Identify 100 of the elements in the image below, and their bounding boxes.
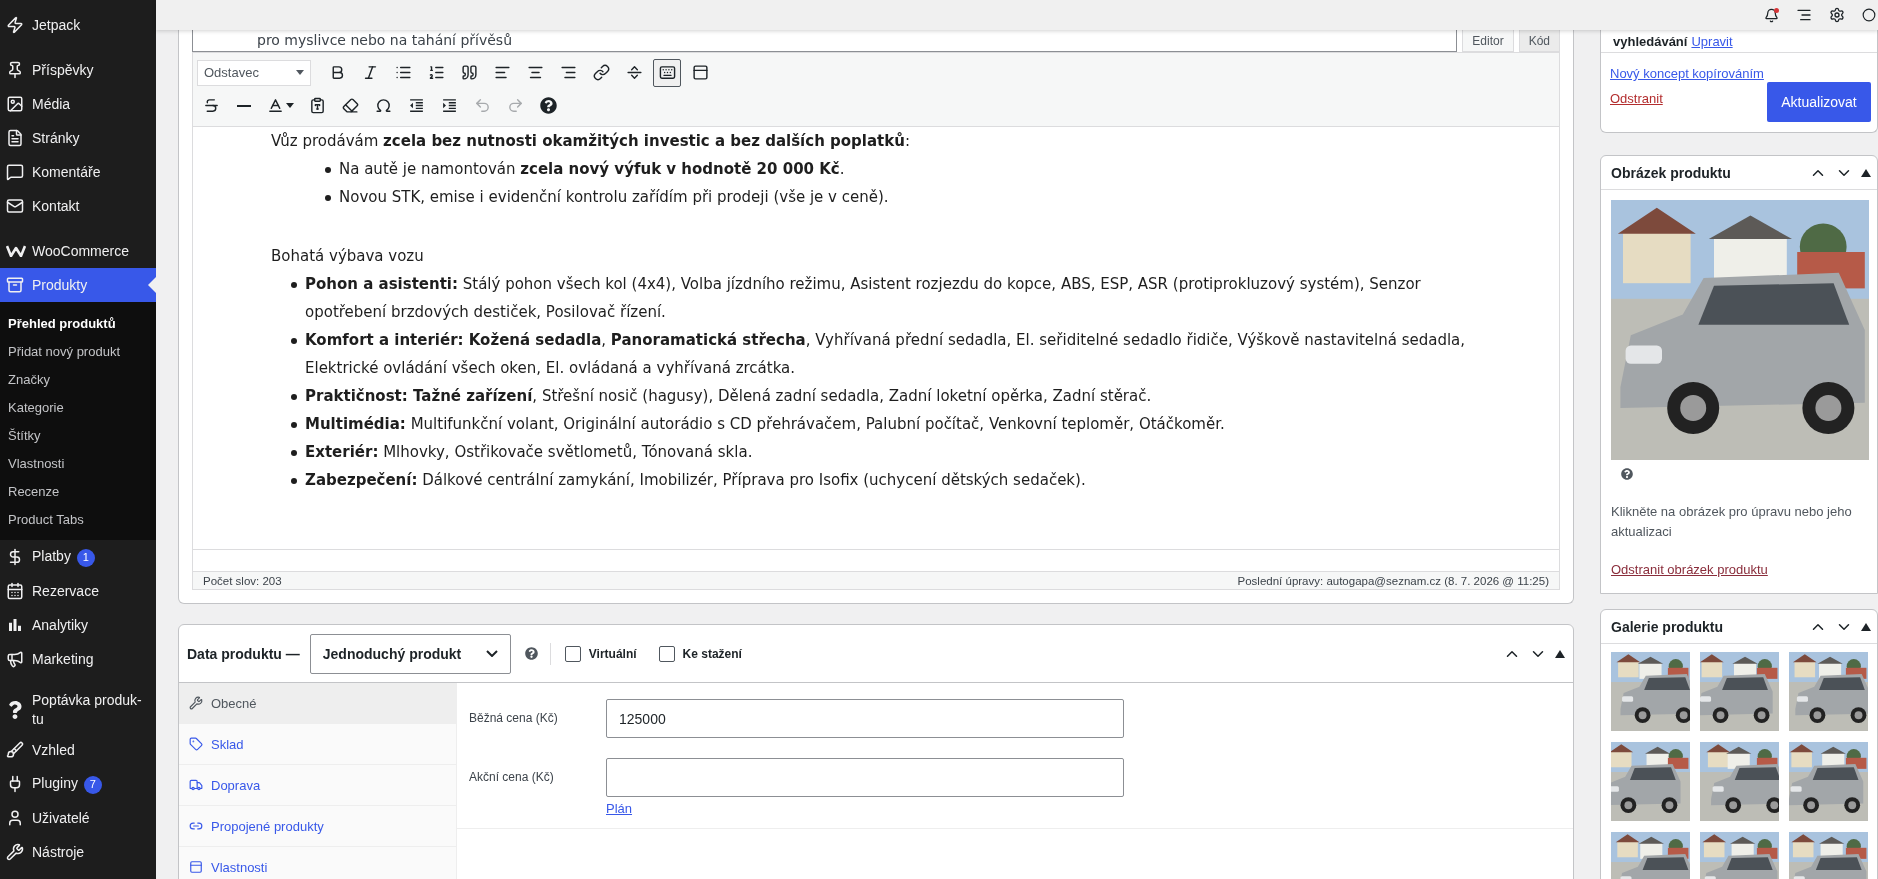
bullet-icon [291,478,297,484]
price-field[interactable]: 125000 [606,699,1124,738]
wrench-icon [189,696,203,710]
read-more-icon [625,64,643,81]
sidebar-item[interactable]: Jetpack [0,8,156,42]
checkbox-label: Virtuální [588,646,637,661]
outdent-icon [407,97,425,114]
help-icon[interactable] [524,647,538,660]
count-badge: 7 [83,775,102,794]
eraser-icon [341,97,359,114]
schedule-link[interactable]: Plán [606,801,1124,816]
toolbar-toggle-icon [658,64,676,81]
text-color-icon [267,97,284,114]
remove-image-link[interactable]: Odstranit obrázek produktu [1611,562,1869,577]
sidebar-item[interactable]: Příspěvky [0,53,156,87]
sidebar-item[interactable]: Produkty [0,268,156,302]
sidebar-item[interactable]: Pluginy 7 [0,767,156,801]
caret-icon [286,103,294,108]
bullet-icon [291,450,297,456]
field-label: Akční cena (Kč) [469,769,555,786]
submenu-item[interactable]: Značky [0,365,156,393]
submenu-item[interactable]: Product Tabs [0,505,156,533]
format-select[interactable]: Odstavec [197,59,311,86]
delete-link[interactable]: Odstranit [1610,91,1764,106]
submenu-item[interactable]: Přidat nový produkt [0,337,156,365]
settings-icon[interactable] [1829,7,1845,23]
product-tab[interactable]: Obecné [179,683,456,724]
submenu-item[interactable]: Vlastnosti [0,449,156,477]
image-icon [6,95,24,113]
sidebar-item[interactable]: Stránky [0,121,156,155]
toolbar-toggle-button[interactable] [653,58,681,87]
collapse-icon[interactable] [1861,168,1871,177]
sidebar-item[interactable]: Kontakt [0,189,156,223]
sidebar-item[interactable]: Média [0,87,156,121]
submenu-item[interactable]: Recenze [0,477,156,505]
bullet-icon [291,338,297,344]
collapse-icon[interactable] [1861,622,1871,631]
megaphone-icon [6,650,24,668]
circle-icon[interactable] [1862,8,1876,22]
w-logo-icon [6,245,26,257]
panel-icon [691,64,709,81]
field-label: Běžná cena (Kč) [469,710,559,727]
update-button[interactable]: Aktualizovat [1767,82,1871,122]
submenu-item[interactable]: Kategorie [0,393,156,421]
undo-icon [473,97,491,114]
wrench-icon [6,843,24,861]
product-tab[interactable]: Propojené produkty [179,806,456,847]
bullet-icon [291,394,297,400]
speech-bubble-icon [6,163,24,181]
copy-draft-link[interactable]: Nový koncept kopírováním [1610,66,1764,81]
checkbox[interactable] [564,645,581,662]
sidebar-item[interactable]: Rezervace [0,574,156,608]
sidebar-item[interactable]: Marketing [0,642,156,676]
sidebar-item[interactable]: Uživatelé [0,801,156,835]
numbered-list-icon [427,64,445,81]
sidebar-item[interactable]: Komentáře [0,155,156,189]
omega-icon [374,97,392,114]
paragraph: Vůz prodávám zcela bez nutnosti okamžitých investic a bez dalších poplatků: [271,131,911,152]
bullet-icon [325,167,331,173]
list-item-text: Praktičnost: Tažné zařízení, Střešní nosič (hagusy), Dělená zadní sedadla, Zadní loketní opěrka, Zadní stěrač. [305,386,1152,407]
bullet-icon [291,282,297,288]
product-tab[interactable]: Sklad [179,724,456,765]
chevron-down-icon [485,650,498,657]
list-item-text: Pohon a asistenti: Stálý pohon všech kol (4x4), Volba jízdního režimu, Asistent rozjezdu do kopce, ABS, ESP, ASR (protiprokluzový systém), Senzor opotřebení brzdových destiček, Posilovač řízení. [305,274,1422,323]
horizontal-line-icon [237,104,251,107]
help-icon[interactable] [1621,468,1633,480]
product-type-select[interactable]: Jednoduchý produkt [309,633,511,674]
edit-link[interactable]: Upravit [1691,33,1733,49]
sidebar-item[interactable]: Nástroje [0,835,156,869]
product-tab[interactable]: Vlastnosti [179,847,456,879]
sidebar-item[interactable]: Vzhled [0,733,156,767]
link-icon [592,64,610,81]
sidebar-item[interactable]: WooCommerce [0,234,156,268]
indent-icon [440,97,458,114]
sidebar-item[interactable]: Poptávka produk-tu [0,687,156,733]
editor-mode-tab[interactable]: Kód [1518,30,1560,52]
notification-icon[interactable] [1764,7,1779,23]
submenu-item[interactable]: Štítky [0,421,156,449]
list-item-text: Multimédia: Multifunkční volant, Originální autorádio s CD přehrávačem, Palubní počítač, Venkovní teploměr, Otáčkoměr. [305,414,1225,435]
list-item-text: Exteriér: Mlhovky, Ostřikovače světlometů, Tónovaná skla. [305,442,753,463]
sidebar-item[interactable]: Platby 1 [0,540,156,574]
price-field[interactable] [606,758,1124,797]
hint-text: Klikněte na obrázek pro úpravu nebo jeho aktualizaci [1611,503,1853,541]
collapse-icon[interactable] [1555,649,1565,658]
product-tab[interactable]: Doprava [179,765,456,806]
list-icon[interactable] [1796,7,1812,23]
submenu-item[interactable]: Přehled produktů [0,309,156,337]
bar-chart-icon [6,616,24,634]
link-icon [189,819,203,833]
align-center-icon [526,64,544,81]
editor-content[interactable] [192,127,1560,549]
bullet-icon [325,195,331,201]
sidebar-item[interactable]: Analytiky [0,608,156,642]
card-title: Obrázek produktu [1611,164,1731,181]
calendar-icon [6,582,24,600]
checkbox[interactable] [658,645,675,662]
bolt-icon [6,16,24,34]
editor-mode-tab[interactable]: Editor [1462,30,1514,52]
page-icon [6,129,24,147]
question-mark-icon [6,701,24,719]
